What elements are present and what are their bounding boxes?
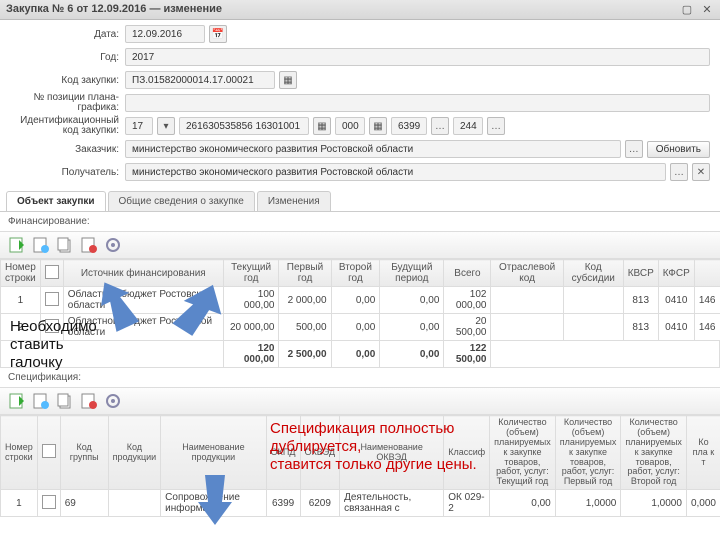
spec-header-checkbox[interactable] (42, 444, 56, 458)
delete-row-icon[interactable] (80, 236, 98, 254)
fin-total-row: 120 000,00 2 500,00 0,00 0,00 122 500,00 (1, 341, 720, 368)
copy-row-icon[interactable] (56, 236, 74, 254)
spec-col-q3: Количество (объем) планируемых к закупке… (621, 416, 687, 490)
fin-col-tot: Всего (444, 260, 491, 287)
receiver-label: Получатель: (10, 167, 125, 178)
fin-col-kvsr: КВСР (623, 260, 658, 287)
refresh-button[interactable]: Обновить (647, 141, 710, 158)
spec-col-q1: Количество (объем) планируемых к закупке… (490, 416, 556, 490)
id-part-c[interactable]: 000 (335, 117, 365, 135)
spec-toolbar (0, 387, 720, 415)
fin-col-n: Номер строки (1, 260, 41, 287)
spec-col-q4: Ко пла к т (686, 416, 720, 490)
table-row[interactable]: 2Областной бюджет Ростовской области20 0… (1, 314, 720, 341)
spec-add-icon[interactable] (8, 392, 26, 410)
calendar-icon[interactable]: 📅 (209, 25, 227, 43)
customer-label: Заказчик: (10, 144, 125, 155)
id-a-dropdown-icon[interactable]: ▾ (157, 117, 175, 135)
customer-field[interactable]: министерство экономического развития Рос… (125, 140, 621, 158)
financing-toolbar (0, 231, 720, 259)
fin-header-checkbox[interactable] (45, 265, 59, 279)
fin-col-chk (40, 260, 63, 287)
spec-col-okved: ОКВЭД (300, 416, 340, 490)
financing-label: Финансирование: (0, 212, 720, 231)
row-checkbox[interactable] (45, 292, 59, 306)
spec-col-okpd: ОКПД (266, 416, 300, 490)
code-label: Код закупки: (10, 75, 125, 86)
fin-col-fut: Будущий период (380, 260, 444, 287)
spec-col-chk (37, 416, 60, 490)
id-label: Идентификационный код закупки: (10, 116, 125, 136)
tab-changes[interactable]: Изменения (257, 191, 331, 211)
receiver-picker-icon[interactable]: … (670, 163, 688, 181)
id-d-picker-icon[interactable]: … (431, 117, 449, 135)
spec-delete-icon[interactable] (80, 392, 98, 410)
plan-label: № позиции плана-графика: (10, 93, 125, 113)
id-part-d[interactable]: 6399 (391, 117, 427, 135)
plan-field[interactable] (125, 94, 710, 112)
financing-table: Номер строки Источник финансирования Тек… (0, 259, 720, 368)
edit-row-icon[interactable] (32, 236, 50, 254)
spec-col-n: Номер строки (1, 416, 38, 490)
header-form: Дата:12.09.2016📅 Год:2017 Код закупки:ПЗ… (0, 20, 720, 187)
spec-edit-icon[interactable] (32, 392, 50, 410)
year-label: Год: (10, 52, 125, 63)
id-e-picker-icon[interactable]: … (487, 117, 505, 135)
code-picker-icon[interactable]: ▦ (279, 71, 297, 89)
row-checkbox[interactable] (45, 319, 59, 333)
fin-col-src: Источник финансирования (63, 260, 223, 287)
spec-label: Спецификация: (0, 368, 720, 387)
row-checkbox[interactable] (42, 495, 56, 509)
fin-col-y1: Первый год (279, 260, 331, 287)
spec-settings-icon[interactable] (104, 392, 122, 410)
title-bar: Закупка № 6 от 12.09.2016 — изменение ▢ … (0, 0, 720, 20)
window-title: Закупка № 6 от 12.09.2016 — изменение (6, 3, 222, 16)
customer-picker-icon[interactable]: … (625, 140, 643, 158)
code-field[interactable]: ПЗ.01582000014.17.00021 (125, 71, 275, 89)
spec-col-klass: Классиф (444, 416, 490, 490)
spec-col-okvedname: Наименование ОКВЭД (340, 416, 444, 490)
fin-col-cur: Текущий год (223, 260, 279, 287)
table-row[interactable]: 1Областной бюджет Ростовской области100 … (1, 287, 720, 314)
close-icon[interactable]: ✕ (700, 3, 714, 16)
id-b-picker-icon[interactable]: ▦ (313, 117, 331, 135)
tab-general[interactable]: Общие сведения о закупке (108, 191, 255, 211)
id-c-picker-icon[interactable]: ▦ (369, 117, 387, 135)
date-field[interactable]: 12.09.2016 (125, 25, 205, 43)
spec-col-q2: Количество (объем) планируемых к закупке… (555, 416, 621, 490)
spec-table: Номер строки Код группы Код продукции На… (0, 415, 720, 517)
spec-col-name: Наименование продукции (161, 416, 266, 490)
tab-strip: Объект закупки Общие сведения о закупке … (0, 191, 720, 212)
fin-col-sub: Код субсидии (563, 260, 623, 287)
tab-object[interactable]: Объект закупки (6, 191, 106, 211)
spec-copy-icon[interactable] (56, 392, 74, 410)
fin-col-kfsr: КФСР (658, 260, 694, 287)
table-row[interactable]: 169Сопровождение информац63996209Деятель… (1, 490, 720, 517)
settings-icon[interactable] (104, 236, 122, 254)
id-part-a[interactable]: 17 (125, 117, 153, 135)
date-label: Дата: (10, 29, 125, 40)
receiver-clear-icon[interactable]: ✕ (692, 163, 710, 181)
receiver-field[interactable]: министерство экономического развития Рос… (125, 163, 666, 181)
spec-col-prod: Код продукции (108, 416, 161, 490)
window-controls: ▢ ✕ (680, 3, 714, 16)
id-part-b[interactable]: 261630535856 16301001 (179, 117, 309, 135)
fin-col-y2: Второй год (331, 260, 380, 287)
spec-col-grp: Код группы (60, 416, 108, 490)
year-field[interactable]: 2017 (125, 48, 710, 66)
fin-col-otr: Отраслевой код (491, 260, 563, 287)
id-part-e[interactable]: 244 (453, 117, 483, 135)
add-row-icon[interactable] (8, 236, 26, 254)
maximize-icon[interactable]: ▢ (680, 3, 694, 16)
